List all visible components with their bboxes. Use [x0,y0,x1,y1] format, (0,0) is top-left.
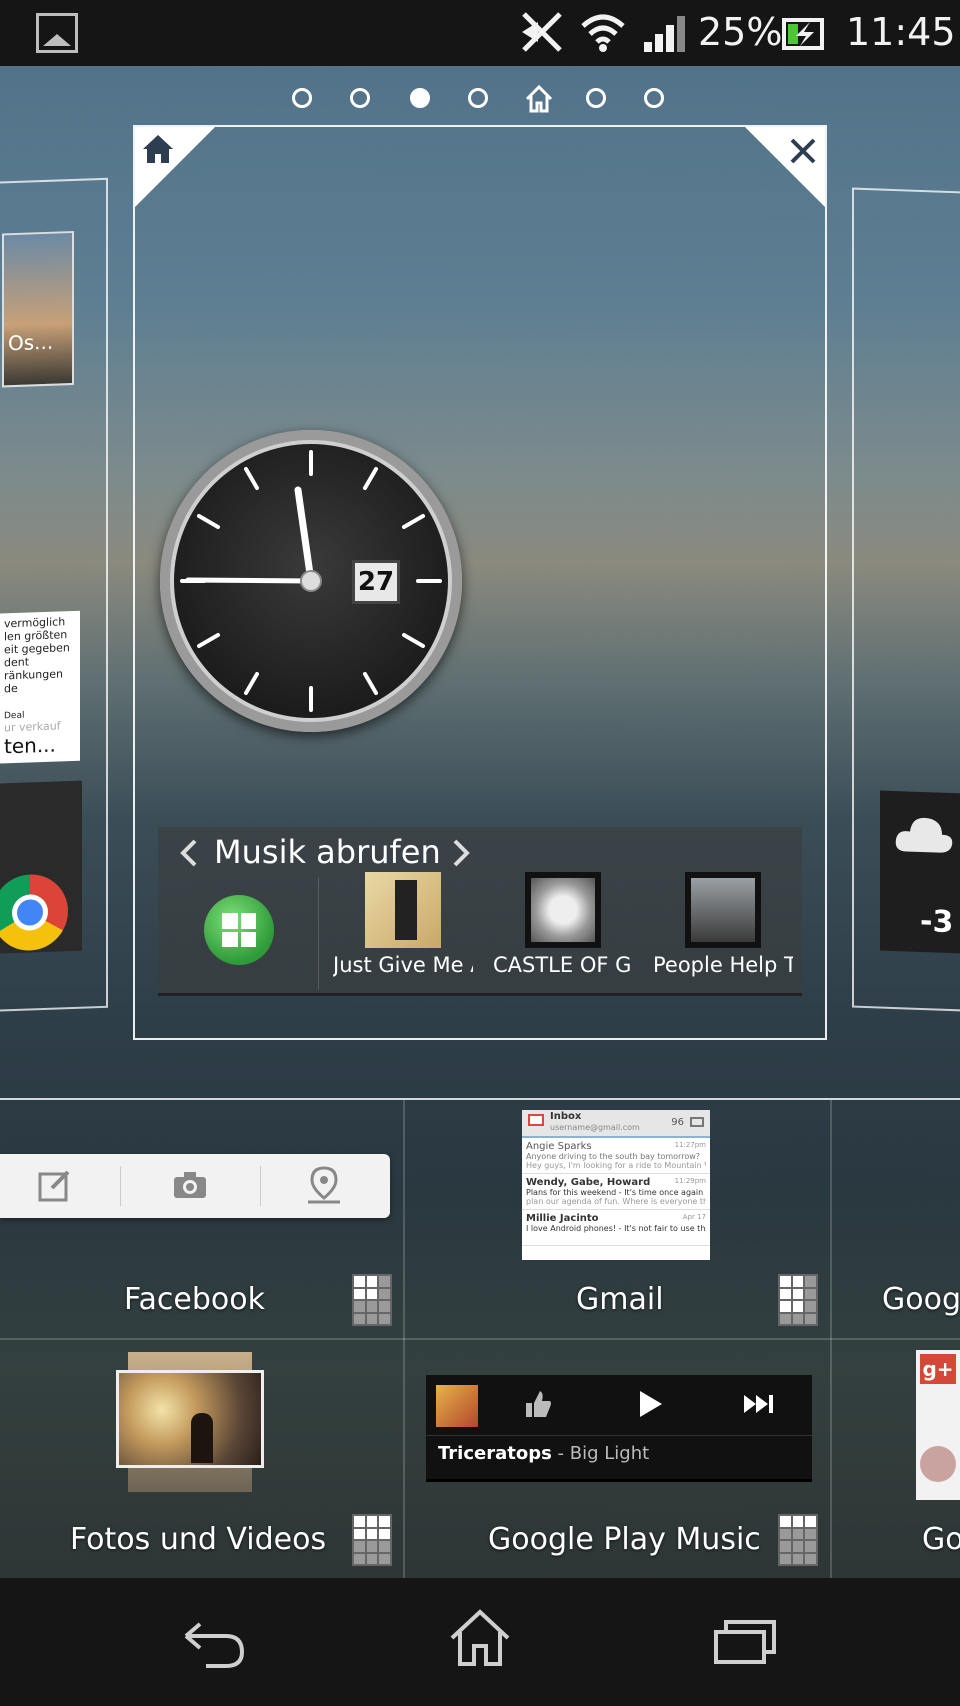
album-art-linkin-park [525,872,601,948]
gmail-message-row[interactable]: Wendy, Gabe, Howard 11:29pm Plans for thi… [522,1174,710,1210]
compose-mail-icon[interactable] [690,1117,704,1127]
gmail-logo-icon [528,1114,544,1126]
gmail-account: username@gmail.com [550,1123,640,1132]
gmail-message-row[interactable]: Angie Sparks 11:27pm Anyone driving to th… [522,1138,710,1174]
photos-widget[interactable] [116,1370,264,1468]
app-label-play-music[interactable]: Google Play Music [488,1522,761,1557]
nfc-off-icon [522,12,562,52]
page-dot[interactable] [644,88,664,108]
page-indicator[interactable] [0,80,960,120]
wifi-icon [581,14,625,52]
page-dot[interactable] [468,88,488,108]
left-card-title: ten... [4,732,56,759]
left-page-preview[interactable]: Os... vermöglich len größten eit gegeben… [0,177,108,1013]
track-artist: Big Light [569,1443,650,1464]
skip-next-icon[interactable] [742,1393,776,1415]
home-icon[interactable] [141,133,175,165]
left-page-card: vermöglich len größten eit gegeben dent … [0,610,80,765]
image-notification-icon [36,13,78,53]
gmail-message-row[interactable]: Millie Jacinto Apr 17 I love Android phon… [522,1210,710,1246]
chevron-left-icon[interactable] [180,839,198,867]
recents-icon[interactable] [714,1618,778,1664]
page-dot-active[interactable] [410,88,430,108]
google-plus-widget[interactable]: g+ [916,1350,960,1500]
music-widget[interactable]: Musik abrufen Just Give Me A CASTLE OF G… [158,827,802,996]
clock-face [180,450,442,712]
album-tile[interactable]: People Help T [648,872,798,977]
play-icon[interactable] [638,1389,664,1419]
cloud-icon [895,817,953,853]
album-title: CASTLE OF GLASS [493,953,633,977]
track-title: Triceratops [438,1443,552,1464]
resize-grid-icon[interactable] [352,1274,392,1326]
chevron-right-icon[interactable] [452,839,470,867]
analog-clock-widget[interactable] [160,430,462,732]
weather-temperature: -3 [920,903,954,941]
battery-percent: 25% [698,10,783,54]
home-icon[interactable] [448,1608,512,1668]
google-plus-icon: g+ [920,1354,956,1384]
clock-time: 11:45 [846,10,956,54]
app-label-facebook[interactable]: Facebook [124,1282,265,1317]
left-text-line: eit gegeben [4,641,70,657]
walkman-icon[interactable] [204,895,274,965]
left-text-line: ränkungen de [4,667,63,696]
track-separator: - [551,1443,570,1464]
music-widget-title[interactable]: Musik abrufen [214,827,441,877]
album-art-big-light [436,1385,478,1427]
page-dot[interactable] [586,88,606,108]
gmail-inbox-label: Inbox [550,1111,582,1122]
check-in-location-icon[interactable] [306,1166,342,1204]
album-art-people-help [685,872,761,948]
gmail-header: Inbox username@gmail.com 96 [522,1110,710,1138]
app-label-google[interactable]: Goog [882,1282,960,1317]
play-music-widget[interactable]: Triceratops - Big Light [426,1375,812,1482]
app-label-google-plus[interactable]: Go [922,1522,960,1557]
navigation-bar [0,1578,960,1706]
resize-grid-icon[interactable] [778,1514,818,1566]
thumbs-up-icon[interactable] [524,1389,552,1419]
home-page-indicator-icon[interactable] [524,84,554,114]
gmail-widget[interactable]: Inbox username@gmail.com 96 Angie Sparks… [522,1110,710,1260]
app-label-photos[interactable]: Fotos und Videos [70,1522,326,1557]
dock-divider [0,1098,960,1100]
camera-icon[interactable] [172,1170,208,1200]
resize-grid-icon[interactable] [352,1514,392,1566]
gmail-unread-count: 96 [671,1117,684,1128]
edit-status-icon[interactable] [38,1168,72,1202]
status-bar: 25% 11:45 [0,0,960,66]
signal-icon [644,16,685,52]
facebook-widget[interactable] [0,1154,390,1218]
left-page-label: Os... [8,329,54,356]
clock-date-box: 27 [352,560,400,604]
album-art-pink [365,872,441,948]
album-title: Just Give Me A [333,953,473,977]
close-icon[interactable] [789,137,817,165]
app-label-gmail[interactable]: Gmail [576,1282,664,1317]
album-tile[interactable]: CASTLE OF GLASS [488,872,638,977]
grid-line [0,1338,960,1340]
walkman-app-tile[interactable] [158,877,319,990]
avatar [920,1446,956,1482]
album-title: People Help T [653,953,793,977]
page-dot[interactable] [350,88,370,108]
album-tile[interactable]: Just Give Me A [328,872,478,977]
right-page-preview[interactable]: -3 [852,187,960,1013]
weather-widget[interactable]: -3 [880,790,960,955]
battery-charging-icon [782,18,824,50]
page-dot[interactable] [292,88,312,108]
back-icon[interactable] [182,1622,246,1668]
resize-grid-icon[interactable] [778,1274,818,1326]
left-page-thumbnail: Os... [2,230,74,388]
